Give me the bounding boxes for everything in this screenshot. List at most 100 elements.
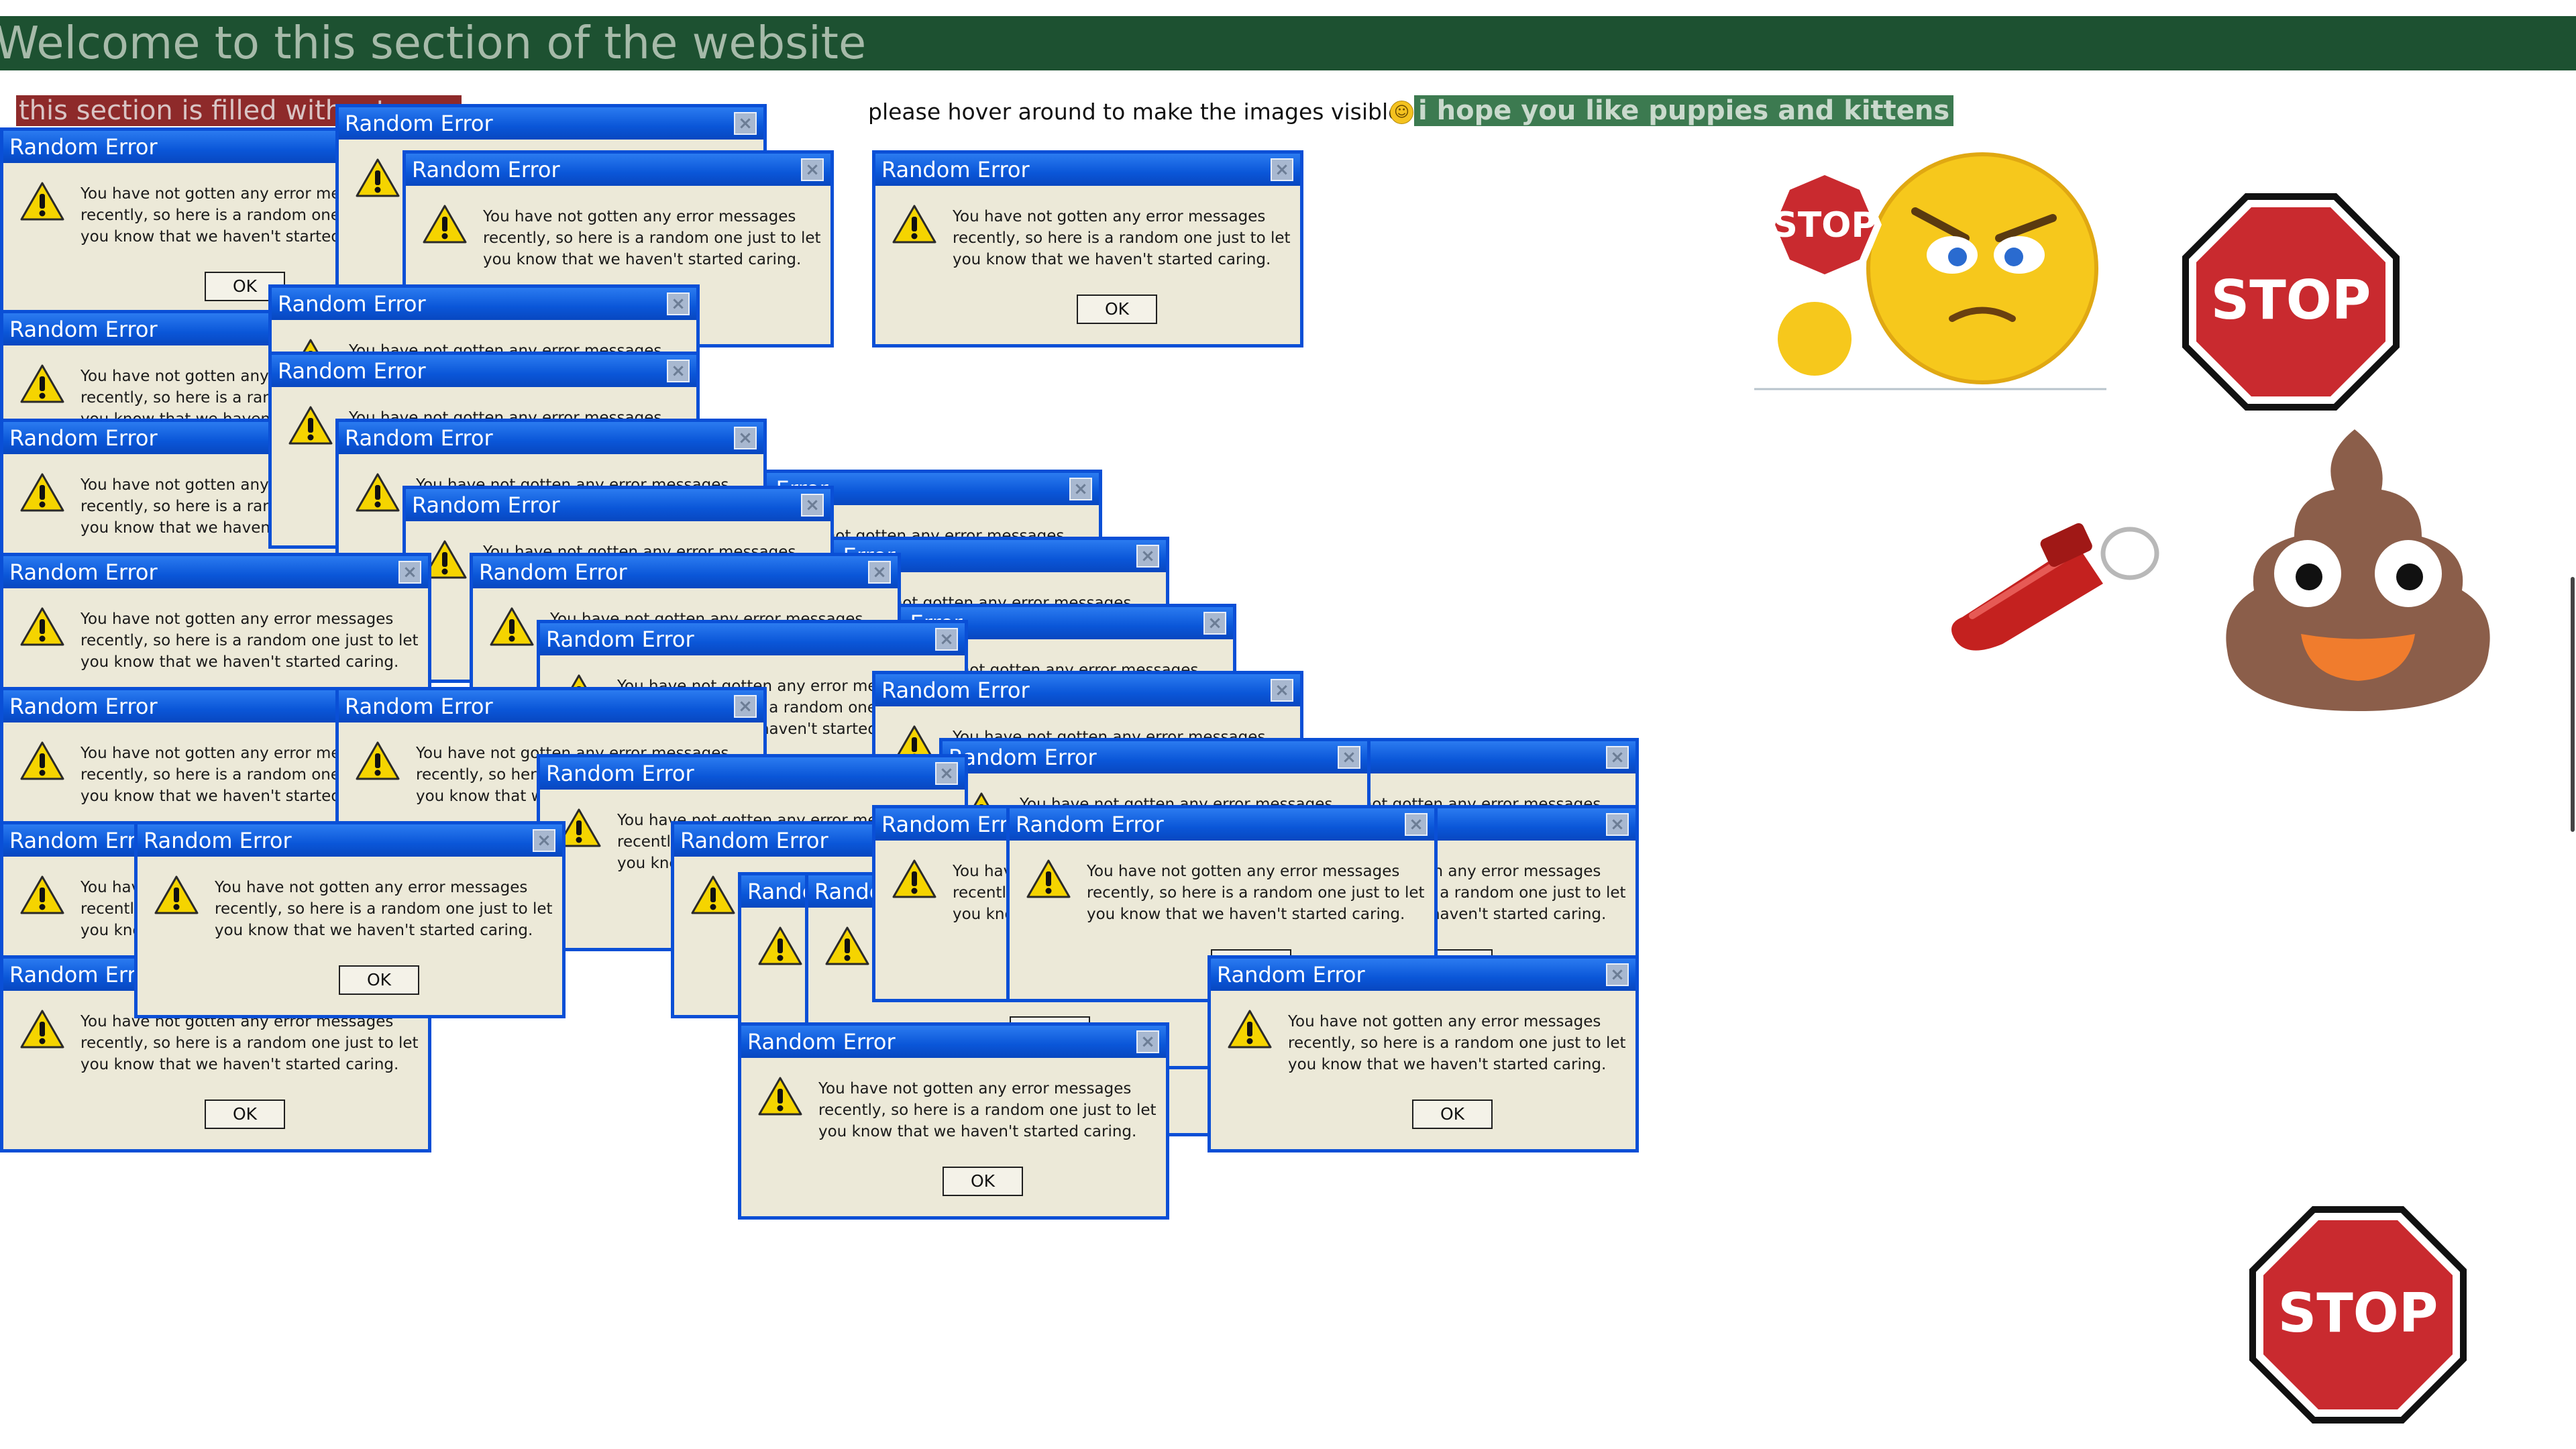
- dialog-title: Random Error: [278, 358, 426, 384]
- warning-icon: [288, 405, 333, 445]
- notice-green-band: i hope you like puppies and kittens: [1414, 95, 1954, 126]
- warning-icon: [356, 158, 400, 198]
- close-icon[interactable]: ×: [667, 360, 690, 382]
- dialog-title: Random Error: [278, 291, 426, 317]
- dialog-titlebar[interactable]: Random Error ×: [272, 355, 696, 387]
- dialog-titlebar[interactable]: Random Error ×: [540, 757, 965, 790]
- stop-sign-label: STOP: [2211, 269, 2371, 331]
- scrollbar-thumb[interactable]: [2571, 577, 2575, 832]
- close-icon[interactable]: ×: [667, 292, 690, 315]
- dialog-message: You have not gotten any error messages r…: [818, 1080, 1157, 1140]
- close-icon[interactable]: ×: [935, 628, 958, 651]
- close-icon[interactable]: ×: [935, 762, 958, 785]
- poop-emoji-image[interactable]: [2220, 429, 2496, 718]
- dialog-titlebar[interactable]: Random Error ×: [540, 623, 965, 655]
- dialog-titlebar[interactable]: Random Error ×: [1010, 808, 1434, 841]
- error-dialog-window[interactable]: Random Error × You have not gotten any err…: [134, 821, 566, 1018]
- ok-button[interactable]: OK: [943, 1167, 1023, 1196]
- close-icon[interactable]: ×: [1136, 1030, 1159, 1053]
- close-icon[interactable]: ×: [1136, 545, 1159, 568]
- warning-icon: [825, 926, 869, 966]
- dialog-titlebar[interactable]: Random Error ×: [3, 556, 428, 588]
- dialog-title: Random Error: [546, 627, 694, 652]
- page-title: Welcome to this section of the website: [0, 17, 867, 69]
- stop-sign-image-bottom[interactable]: STOP: [2247, 1204, 2469, 1426]
- dialog-message: You have not gotten any error messages r…: [953, 208, 1291, 268]
- dialog-title: Random Error: [345, 111, 493, 136]
- dialog-titlebar[interactable]: Random Error ×: [943, 741, 1367, 773]
- warning-icon: [20, 181, 64, 221]
- dialog-title: Random Error: [1217, 962, 1365, 987]
- notice-red-start: this section is filled with: [19, 95, 343, 126]
- close-icon[interactable]: ×: [1271, 158, 1293, 181]
- error-dialog-window[interactable]: Random Error × You have not gotten any err…: [872, 150, 1303, 347]
- close-icon[interactable]: ×: [1405, 813, 1428, 836]
- error-dialog-window[interactable]: Random Error × You have not gotten any err…: [1208, 955, 1639, 1152]
- close-icon[interactable]: ×: [734, 695, 757, 718]
- close-icon[interactable]: ×: [801, 494, 824, 517]
- emoji-stop-sign-label: STOP: [1772, 205, 1876, 246]
- dialog-title: Random Error: [144, 828, 292, 853]
- dialog-title: Random Error: [546, 761, 694, 786]
- red-whistle-image[interactable]: [1935, 510, 2163, 664]
- dialog-title: Random Error: [881, 157, 1030, 182]
- ok-button[interactable]: OK: [339, 965, 419, 995]
- angry-emoji-stop-sign-image[interactable]: STOP: [1751, 151, 2113, 392]
- dialog-titlebar[interactable]: Random Error ×: [875, 154, 1300, 186]
- close-icon[interactable]: ×: [398, 561, 421, 584]
- ok-button[interactable]: OK: [1077, 294, 1157, 324]
- dialog-title: Random Error: [9, 425, 158, 451]
- dialog-title: Random Error: [345, 425, 493, 451]
- close-icon[interactable]: ×: [1606, 813, 1629, 836]
- warning-icon: [758, 926, 802, 966]
- dialog-titlebar[interactable]: Random Error ×: [875, 674, 1300, 706]
- close-icon[interactable]: ×: [1203, 612, 1226, 635]
- close-icon[interactable]: ×: [1606, 746, 1629, 769]
- dialog-title: Random Error: [412, 157, 560, 182]
- warning-icon: [892, 204, 936, 244]
- dialog-message: You have not gotten any error messages r…: [80, 610, 419, 671]
- warning-icon: [20, 364, 64, 404]
- close-icon[interactable]: ×: [1606, 963, 1629, 986]
- dialog-titlebar[interactable]: Random Error ×: [339, 422, 763, 454]
- warning-icon: [758, 1076, 802, 1116]
- close-icon[interactable]: ×: [868, 561, 891, 584]
- dialog-titlebar[interactable]: Random Error ×: [339, 690, 763, 722]
- close-icon[interactable]: ×: [1271, 679, 1293, 702]
- ok-button[interactable]: OK: [205, 1099, 285, 1129]
- close-icon[interactable]: ×: [1069, 478, 1092, 500]
- close-icon[interactable]: ×: [734, 112, 757, 135]
- dialog-title: Random Error: [680, 828, 828, 853]
- warning-icon: [691, 875, 735, 915]
- close-icon[interactable]: ×: [533, 829, 555, 852]
- stop-sign-image[interactable]: STOP: [2180, 191, 2402, 413]
- warning-icon: [20, 472, 64, 513]
- dialog-title: Random Error: [345, 694, 493, 719]
- dialog-titlebar[interactable]: Random Error ×: [272, 288, 696, 320]
- warning-icon: [1228, 1009, 1272, 1049]
- dialog-message: You have not gotten any error messages r…: [1288, 1013, 1626, 1073]
- dialog-titlebar[interactable]: Random Error ×: [1211, 959, 1635, 991]
- dialog-title: Random Error: [9, 559, 158, 585]
- dialog-titlebar[interactable]: Random Error ×: [339, 107, 763, 140]
- dialog-title: Random Error: [747, 1029, 896, 1055]
- dialog-titlebar[interactable]: Random Error ×: [138, 824, 562, 857]
- dialog-message: You have not gotten any error messages r…: [1087, 863, 1425, 923]
- dialog-title: Random Error: [1016, 812, 1164, 837]
- warning-icon: [356, 472, 400, 513]
- close-icon[interactable]: ×: [734, 427, 757, 449]
- warning-icon: [892, 859, 936, 899]
- dialog-titlebar[interactable]: Random Error ×: [741, 1026, 1166, 1058]
- error-dialog-window[interactable]: Random Error × You have not gotten any err…: [738, 1022, 1169, 1220]
- warning-icon: [356, 741, 400, 781]
- close-icon[interactable]: ×: [801, 158, 824, 181]
- ok-button[interactable]: OK: [1412, 1099, 1493, 1129]
- dialog-titlebar[interactable]: Random Error ×: [406, 489, 830, 521]
- dialog-titlebar[interactable]: Random Error ×: [406, 154, 830, 186]
- warning-icon: [20, 1009, 64, 1049]
- close-icon[interactable]: ×: [1338, 746, 1360, 769]
- hover-instruction-text: please hover around to make the images v…: [868, 99, 1402, 125]
- dialog-titlebar[interactable]: Random Error ×: [473, 556, 898, 588]
- dialog-message: You have not gotten any error messages r…: [215, 879, 553, 939]
- dialog-title: Random Error: [479, 559, 627, 585]
